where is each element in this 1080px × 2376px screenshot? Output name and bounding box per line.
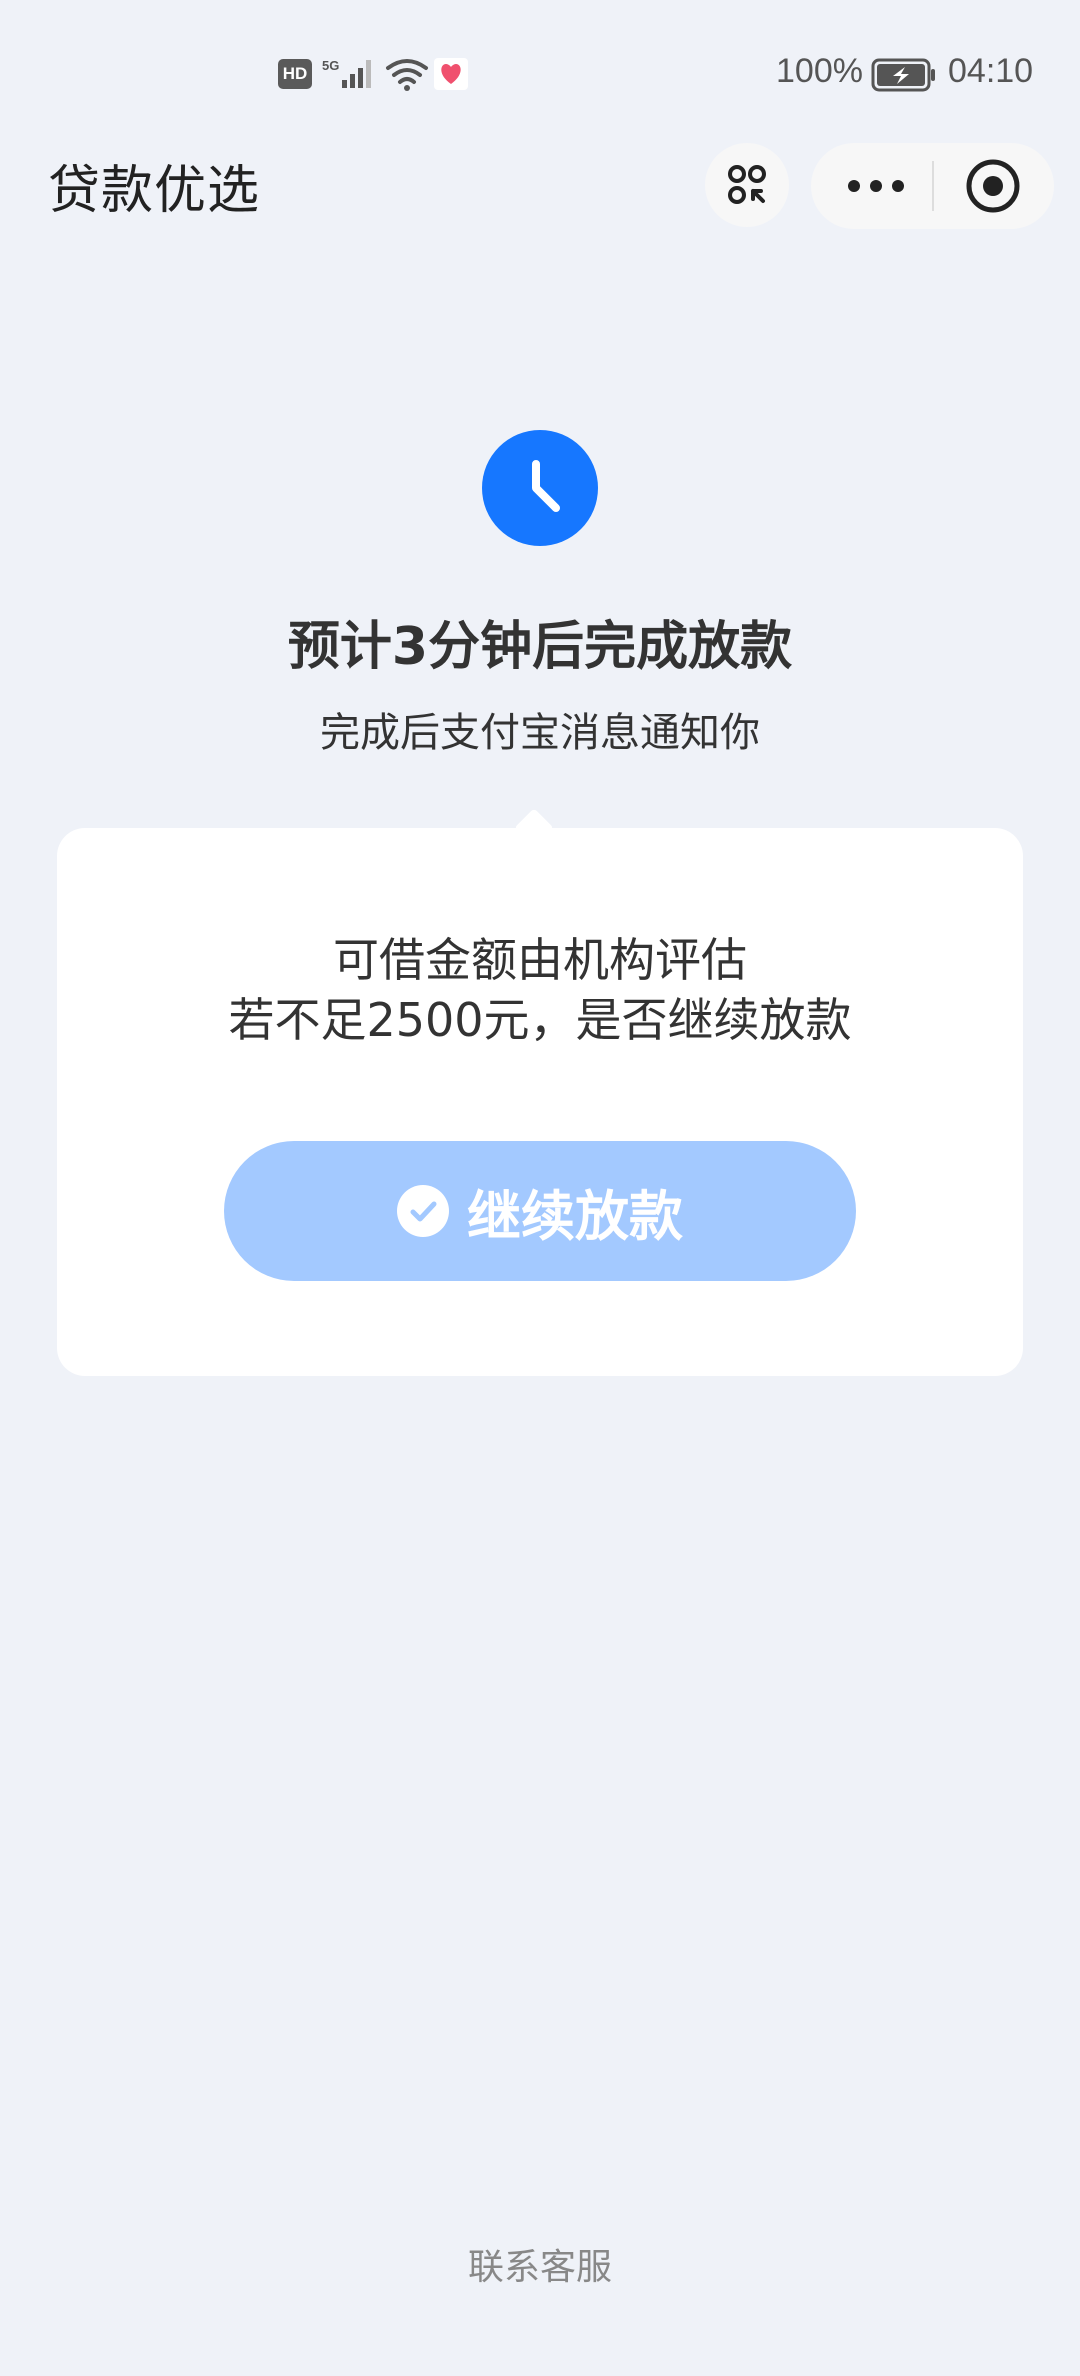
contact-service-link[interactable]: 联系客服 [0, 2238, 1080, 2290]
close-target-icon [966, 159, 1020, 213]
continue-loan-label: 继续放款 [467, 1184, 683, 1248]
apps-button[interactable] [705, 143, 789, 227]
app-notification-icon [434, 58, 468, 90]
card-pointer [514, 808, 554, 848]
card-text-line2: 若不足2500元，是否继续放款 [228, 993, 852, 1047]
page-title: 贷款优选 [48, 161, 261, 221]
capsule-divider [932, 161, 934, 211]
clock-icon [482, 430, 598, 546]
check-icon [397, 1185, 449, 1237]
loan-amount-card: 可借金额由机构评估 若不足2500元，是否继续放款 继续放款 [57, 808, 1023, 1376]
status-bar: HD 5G 100% 04:10 [0, 0, 1080, 150]
mini-program-capsule [811, 143, 1054, 229]
hd-badge: HD [278, 59, 312, 89]
loan-eta-headline: 预计3分钟后完成放款 [287, 617, 793, 677]
card-text-line1: 可借金额由机构评估 [333, 933, 747, 987]
network-type-label: 5G [322, 58, 339, 73]
close-button[interactable] [935, 143, 1054, 229]
continue-loan-button[interactable]: 继续放款 [224, 1141, 856, 1281]
wifi-icon [386, 59, 428, 91]
signal-icon: 5G [322, 58, 371, 88]
notification-subline: 完成后支付宝消息通知你 [320, 710, 760, 756]
status-time: 04:10 [948, 52, 1034, 90]
more-button[interactable] [811, 143, 931, 229]
battery-percent: 100% [776, 52, 863, 90]
battery-icon [871, 58, 935, 92]
more-dots-icon [848, 180, 904, 192]
apps-icon [728, 165, 766, 204]
